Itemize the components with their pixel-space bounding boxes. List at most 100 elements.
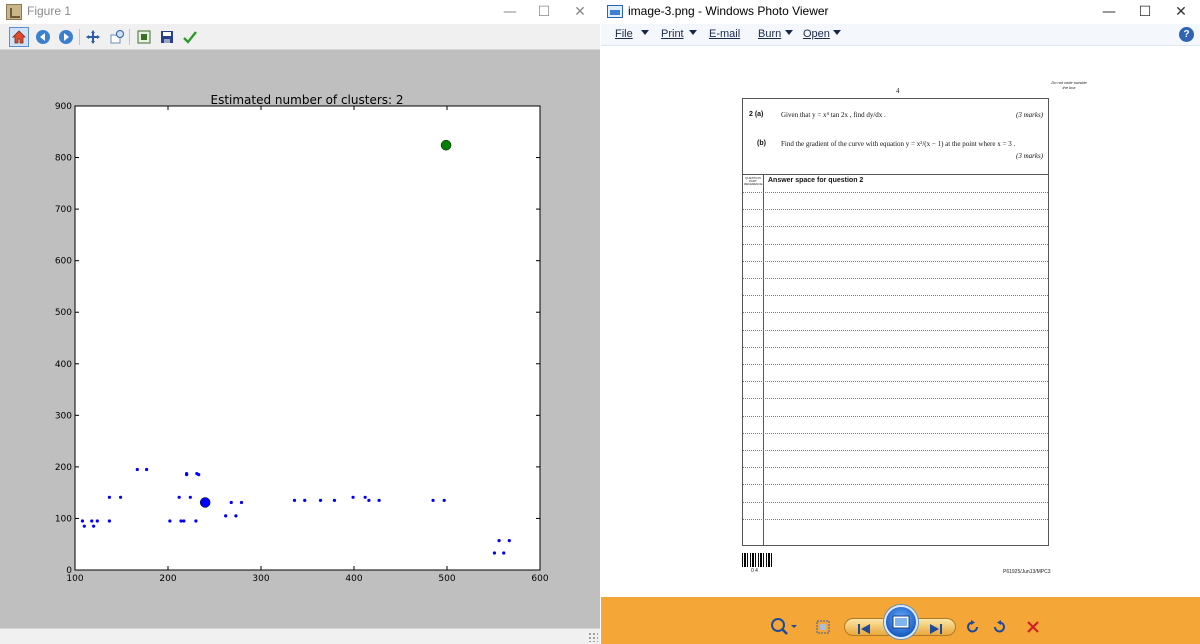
do-not-write-note: Do not write outside the box	[1051, 80, 1087, 90]
data-point	[492, 551, 497, 555]
menu-file[interactable]: File	[615, 28, 633, 40]
margin-line	[763, 174, 764, 545]
data-point	[92, 524, 96, 528]
data-point	[224, 514, 228, 518]
data-point	[107, 495, 112, 499]
y-tick-label: 600	[55, 257, 72, 267]
answer-line	[743, 346, 1048, 348]
answer-line	[743, 329, 1048, 331]
rotate-clockwise-icon[interactable]	[990, 616, 1008, 638]
slideshow-button[interactable]	[884, 605, 918, 639]
close-button[interactable]: ✕	[1159, 0, 1200, 24]
photo-viewer-titlebar[interactable]: image-3.png - Windows Photo Viewer — ☐ ✕	[601, 0, 1200, 24]
photo-viewer-app-icon	[607, 5, 623, 18]
data-point	[292, 498, 297, 502]
data-point	[239, 500, 244, 505]
matplotlib-app-icon	[6, 4, 22, 20]
question-part-reference: QUESTION PART REFERENCE	[744, 176, 763, 186]
figure-statusbar	[0, 628, 600, 644]
menu-open[interactable]: Open	[803, 28, 830, 40]
x-tick-label: 400	[345, 574, 362, 584]
answer-line	[743, 209, 1048, 211]
data-point	[107, 519, 112, 523]
pan-icon[interactable]	[83, 27, 103, 47]
close-button[interactable]: ✕	[558, 0, 602, 24]
answer-line	[743, 226, 1048, 228]
data-point	[332, 498, 337, 502]
divider	[743, 174, 1048, 175]
chevron-down-icon[interactable]	[833, 30, 841, 35]
answer-line	[743, 278, 1048, 279]
answer-line	[743, 381, 1048, 383]
data-point	[234, 514, 238, 518]
toolbar-separator	[79, 29, 80, 45]
menu-burn[interactable]: Burn	[758, 28, 781, 40]
save-icon[interactable]	[157, 27, 177, 47]
question-2a-label: 2 (a)	[749, 111, 764, 118]
subplots-icon[interactable]	[134, 27, 154, 47]
delete-icon[interactable]	[1024, 616, 1042, 638]
data-point	[351, 495, 355, 499]
resize-grip[interactable]	[588, 632, 598, 642]
answer-line	[743, 260, 1048, 262]
menu-email[interactable]: E-mail	[709, 28, 740, 40]
answer-line	[743, 467, 1048, 469]
data-point	[507, 539, 511, 543]
figure-titlebar[interactable]: Figure 1 — ☐ ✕	[0, 0, 600, 24]
answer-line	[743, 192, 1048, 193]
question-2b-marks: (3 marks)	[1016, 152, 1044, 160]
zoom-icon[interactable]	[107, 27, 127, 47]
data-point	[442, 498, 446, 502]
chevron-down-icon[interactable]	[785, 30, 793, 35]
x-tick-label: 300	[252, 574, 269, 584]
question-2b-text: Find the gradient of the curve with equa…	[781, 140, 1016, 148]
data-point	[145, 467, 149, 472]
answer-line	[743, 398, 1048, 400]
question-2b-label: (b)	[757, 140, 766, 147]
chevron-down-icon[interactable]	[641, 30, 649, 35]
data-point	[95, 519, 99, 523]
data-point	[90, 519, 94, 523]
zoom-icon[interactable]	[769, 616, 799, 638]
question-2a-text: Given that y = x⁴ tan 2x , find dy/dx .	[781, 111, 886, 119]
photo-viewer-window: image-3.png - Windows Photo Viewer — ☐ ✕…	[601, 0, 1200, 644]
y-tick-label: 700	[55, 205, 72, 215]
page-number: 4	[896, 87, 900, 95]
data-point	[135, 467, 139, 472]
data-point	[377, 498, 381, 502]
data-point	[182, 519, 186, 523]
previous-icon[interactable]	[857, 622, 871, 640]
menu-print[interactable]: Print	[661, 28, 684, 40]
y-tick-label: 900	[55, 102, 72, 112]
forward-arrow-icon[interactable]	[56, 27, 76, 47]
actual-size-icon[interactable]	[812, 616, 834, 638]
cluster-center	[199, 497, 211, 508]
data-point	[177, 495, 181, 499]
check-icon[interactable]	[180, 27, 200, 47]
answer-line	[743, 295, 1048, 297]
answer-line	[743, 518, 1048, 520]
answer-line	[743, 484, 1048, 486]
chevron-down-icon[interactable]	[689, 30, 697, 35]
next-icon[interactable]	[929, 622, 943, 640]
data-point	[502, 551, 506, 555]
figure-canvas[interactable]: Estimated number of clusters: 2 100 200 30…	[0, 50, 600, 628]
barcode-number: 0 4	[751, 568, 758, 574]
data-point	[431, 498, 435, 502]
figure-window: Figure 1 — ☐ ✕ Estimated number of clust…	[0, 0, 600, 644]
back-arrow-icon[interactable]	[33, 27, 53, 47]
answer-line	[743, 364, 1048, 365]
scatter-plot[interactable]: Estimated number of clusters: 2 100 200 30…	[0, 50, 600, 628]
question-2a-marks: (3 marks)	[1016, 111, 1044, 119]
x-tick-label: 500	[438, 574, 455, 584]
image-view[interactable]: 4 Do not write outside the box 2 (a) Giv…	[601, 47, 1200, 597]
data-point	[197, 473, 201, 477]
y-tick-label: 0	[66, 566, 72, 576]
home-icon[interactable]	[9, 27, 29, 47]
rotate-counterclockwise-icon[interactable]	[964, 616, 982, 638]
data-point	[80, 519, 85, 523]
data-point	[363, 495, 367, 499]
exam-page: 4 Do not write outside the box 2 (a) Giv…	[601, 47, 1200, 597]
answer-line	[743, 243, 1048, 245]
help-icon[interactable]: ?	[1179, 27, 1194, 42]
